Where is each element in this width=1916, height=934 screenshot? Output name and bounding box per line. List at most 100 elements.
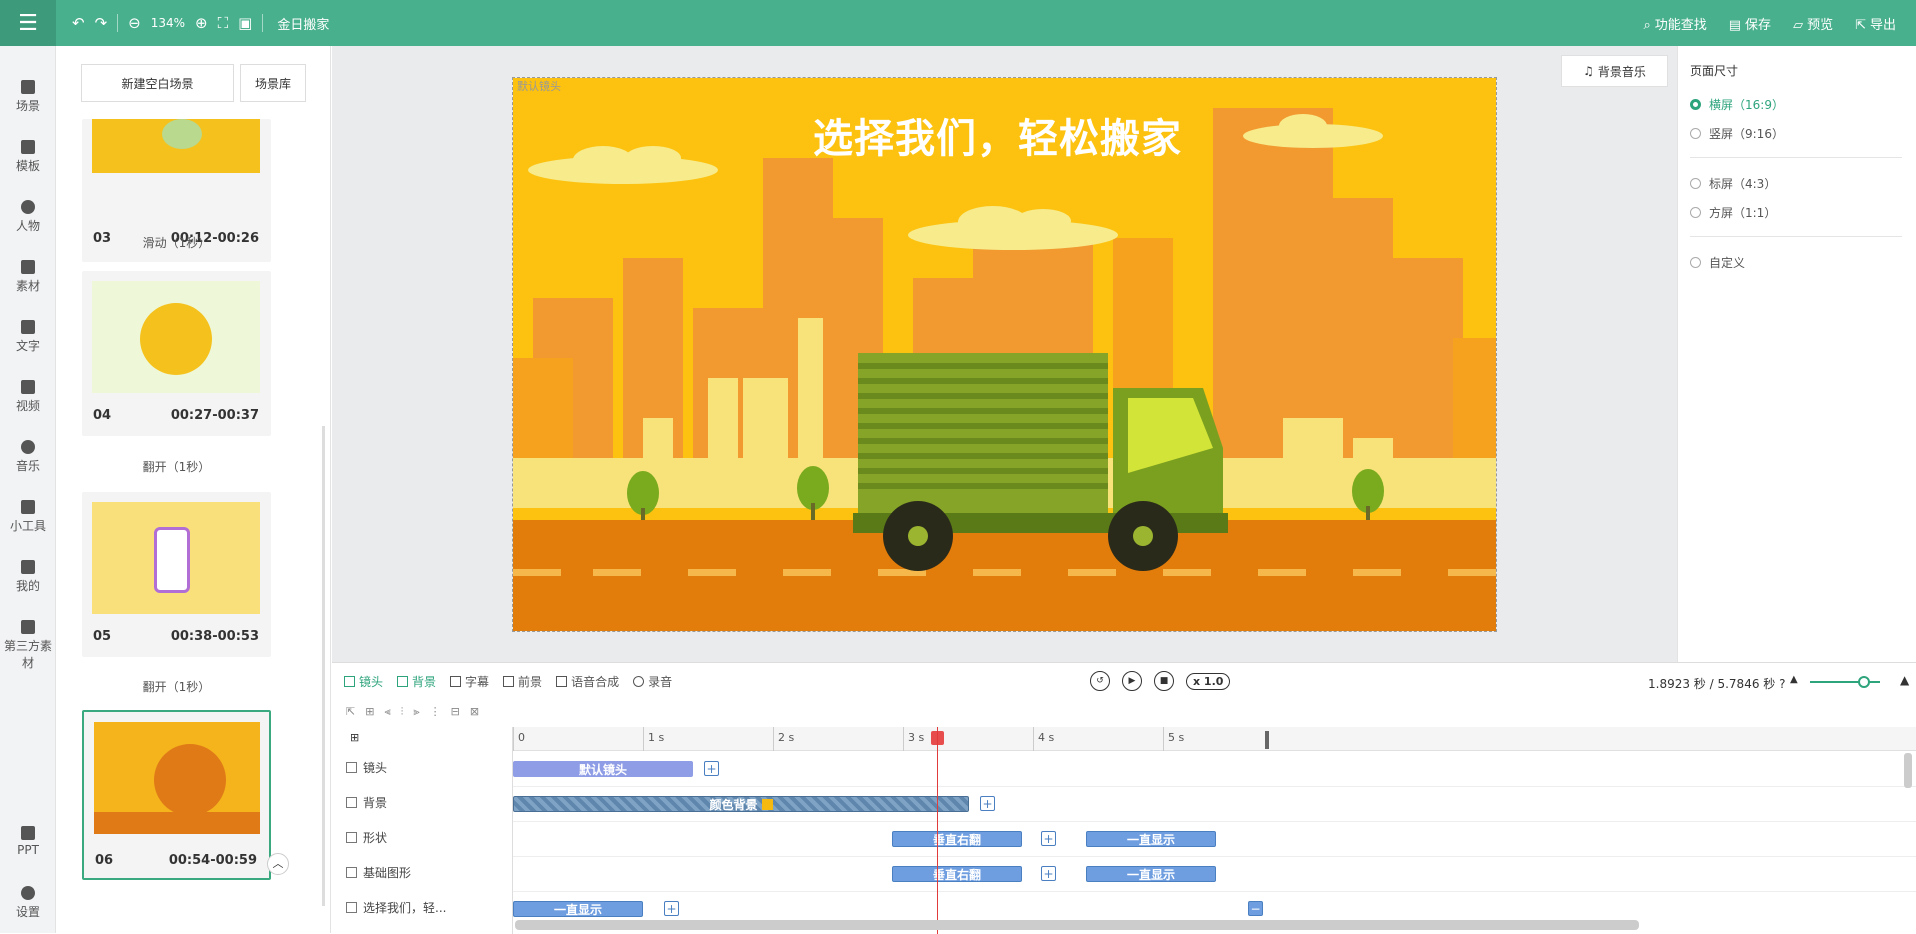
radio-custom[interactable]: 自定义 <box>1690 254 1745 271</box>
nav-video[interactable]: 视频 <box>0 380 56 414</box>
clip-basic-show[interactable]: 一直显示 <box>1086 866 1216 882</box>
clip-shape-show[interactable]: 一直显示 <box>1086 831 1216 847</box>
person-icon <box>21 200 35 214</box>
tool-select-icon[interactable]: ⇱ <box>346 705 355 719</box>
speed-button[interactable]: x 1.0 <box>1186 672 1231 690</box>
find-feature-button[interactable]: ⌕ 功能查找 <box>1643 14 1706 33</box>
transition-label[interactable]: 滑动（1秒） <box>82 234 271 251</box>
zoom-small-icon[interactable]: ▲ <box>1790 674 1798 685</box>
zoom-large-icon[interactable]: ▲ <box>1900 673 1909 687</box>
vertical-scrollbar[interactable] <box>1904 753 1912 788</box>
tab-label: 背景 <box>412 675 437 689</box>
tab-background[interactable]: 背景 <box>397 673 436 690</box>
add-background-button[interactable]: + <box>980 796 995 811</box>
radio-portrait[interactable]: 竖屏（9:16） <box>1690 125 1784 142</box>
scene-library-button[interactable]: 场景库 <box>240 64 306 102</box>
zoom-out-icon[interactable]: ⊖ <box>128 14 141 32</box>
road-graphic <box>94 812 260 834</box>
export-button[interactable]: ⇱ 导出 <box>1855 14 1896 33</box>
scene-number: 04 <box>93 408 112 423</box>
redo-icon[interactable]: ↷ <box>95 14 108 32</box>
time-ruler[interactable]: 0 1 s 2 s 3 s 4 s 5 s <box>513 727 1916 751</box>
nav-label: 场景 <box>15 99 40 113</box>
playhead[interactable] <box>937 727 938 934</box>
tab-camera[interactable]: 镜头 <box>344 673 383 690</box>
tab-tts[interactable]: 语音合成 <box>556 673 619 690</box>
slider-knob[interactable] <box>1858 676 1870 688</box>
add-shape-button[interactable]: + <box>1041 831 1056 846</box>
horizontal-scrollbar[interactable] <box>515 920 1639 930</box>
scene-icon <box>21 80 35 94</box>
nav-settings[interactable]: 设置 <box>0 886 56 920</box>
radio-square[interactable]: 方屏（1:1） <box>1690 204 1776 221</box>
play-icon[interactable]: ▶ <box>1122 671 1142 691</box>
radio-dot <box>1690 207 1701 218</box>
clip-shape-anim[interactable]: 垂直右翻 <box>892 831 1022 847</box>
tool-split-icon[interactable]: ⊟ <box>451 705 460 719</box>
search-icon: ⌕ <box>1643 17 1651 33</box>
transition-label[interactable]: 翻开（1秒） <box>82 458 271 475</box>
preview-button[interactable]: ▱ 预览 <box>1793 14 1833 33</box>
stage-canvas[interactable]: 默认镜头 选择我们，轻松搬家 <box>512 77 1497 632</box>
tab-foreground[interactable]: 前景 <box>503 673 542 690</box>
align-center-icon[interactable]: ⫶ <box>401 705 404 719</box>
nav-tools[interactable]: 小工具 <box>0 500 56 534</box>
text-icon <box>21 320 35 334</box>
actual-size-icon[interactable]: ▣ <box>238 14 252 32</box>
nav-scene[interactable]: 场景 <box>0 80 56 114</box>
transition-label[interactable]: 翻开（1秒） <box>82 678 271 695</box>
track-label-basic-shape: 基础图形 <box>346 864 411 881</box>
collapse-icon[interactable]: − <box>1248 901 1263 916</box>
menu-icon[interactable]: ☰ <box>0 0 56 46</box>
add-camera-button[interactable]: + <box>704 761 719 776</box>
clip-background[interactable]: 颜色背景 <box>513 796 969 812</box>
background-music-button[interactable]: ♫ 背景音乐 <box>1561 55 1668 87</box>
align-left-icon[interactable]: ⫷ <box>384 705 390 719</box>
new-blank-scene-button[interactable]: 新建空白场景 <box>81 64 234 102</box>
timeline-tracks[interactable]: 0 1 s 2 s 3 s 4 s 5 s 默认镜头 + 颜色背景 + 垂直右翻… <box>512 727 1916 934</box>
align-right-icon[interactable]: ⫸ <box>413 705 419 719</box>
radio-standard[interactable]: 标屏（4:3） <box>1690 175 1776 192</box>
nav-template[interactable]: 模板 <box>0 140 56 174</box>
nav-label: 设置 <box>15 905 40 919</box>
zoom-in-icon[interactable]: ⊕ <box>195 14 208 32</box>
add-text-button[interactable]: + <box>664 901 679 916</box>
project-name[interactable]: 金日搬家 <box>277 14 329 33</box>
fullscreen-icon[interactable]: ⛶ <box>218 14 229 32</box>
help-icon[interactable]: ? <box>1779 677 1785 691</box>
clip-camera[interactable]: 默认镜头 <box>513 761 693 777</box>
nav-text[interactable]: 文字 <box>0 320 56 354</box>
undo-icon[interactable]: ↶ <box>72 14 85 32</box>
nav-material[interactable]: 素材 <box>0 260 56 294</box>
end-marker[interactable] <box>1265 731 1269 749</box>
basic-shape-icon <box>346 867 357 878</box>
tab-subtitle[interactable]: 字幕 <box>450 673 489 690</box>
scene-card[interactable]: 05 00:38-00:53 <box>82 492 271 657</box>
tool-group-icon[interactable]: ⊞ <box>365 705 374 719</box>
nav-music[interactable]: 音乐 <box>0 440 56 474</box>
stage-headline[interactable]: 选择我们，轻松搬家 <box>813 106 1182 164</box>
tool-merge-icon[interactable]: ⊠ <box>470 705 479 719</box>
replay-icon[interactable]: ↺ <box>1090 671 1110 691</box>
scene-time: 00:54-00:59 <box>168 853 257 868</box>
video-icon <box>21 380 35 394</box>
scene-scrollbar[interactable] <box>322 426 325 906</box>
scroll-up-icon[interactable]: ︿ <box>267 853 289 875</box>
timeline-zoom-slider[interactable] <box>1810 676 1880 688</box>
clip-text-show[interactable]: 一直显示 <box>513 901 643 917</box>
nav-mine[interactable]: 我的 <box>0 560 56 594</box>
distribute-icon[interactable]: ⋮ <box>430 705 441 719</box>
radio-landscape[interactable]: 横屏（16:9） <box>1690 96 1784 113</box>
stop-icon[interactable]: ■ <box>1154 671 1174 691</box>
clip-basic-anim[interactable]: 垂直右翻 <box>892 866 1022 882</box>
nav-label: 素材 <box>15 279 40 293</box>
nav-third-party[interactable]: 第三方素材 <box>0 620 56 671</box>
nav-character[interactable]: 人物 <box>0 200 56 234</box>
save-button[interactable]: ▤ 保存 <box>1729 14 1771 33</box>
add-basic-shape-button[interactable]: + <box>1041 866 1056 881</box>
layout-icon[interactable]: ⊞ <box>350 731 359 744</box>
scene-card[interactable]: 04 00:27-00:37 <box>82 271 271 436</box>
nav-ppt[interactable]: PPT <box>0 826 56 857</box>
tab-record[interactable]: 录音 <box>633 673 672 690</box>
scene-card-selected[interactable]: 06 00:54-00:59 <box>82 710 271 880</box>
